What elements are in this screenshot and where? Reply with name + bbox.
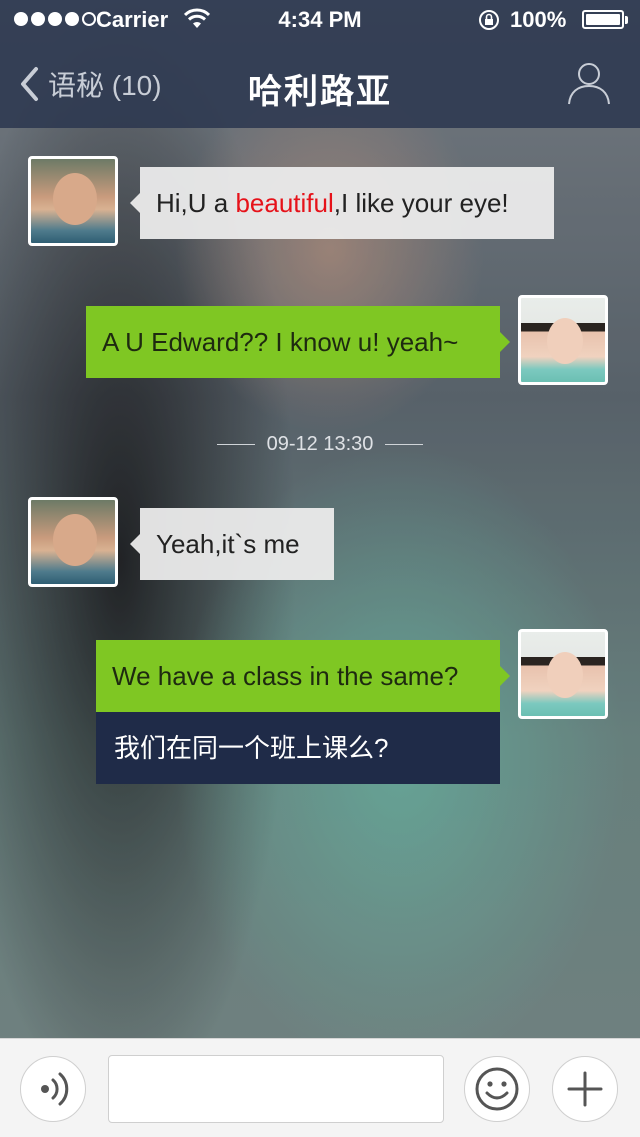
emoji-button[interactable] (464, 1056, 530, 1122)
navigation-bar: Carrier 4:34 PM 100% 语秘 (10) 哈利路亚 (0, 0, 640, 128)
page-title: 哈利路亚 (248, 73, 392, 111)
translation-text: 我们在同一个班上课么? (114, 733, 389, 763)
message-bubble-sent[interactable]: A U Edward?? I know u! yeah~ (86, 306, 510, 378)
divider-line (385, 444, 424, 446)
message-input[interactable] (108, 1055, 444, 1123)
message-text: A U Edward?? I know u! yeah~ (102, 327, 459, 357)
rotation-lock-icon (479, 10, 499, 30)
emoji-icon (475, 1067, 519, 1111)
timestamp-text: 09-12 13:30 (266, 433, 374, 455)
plus-icon (567, 1071, 603, 1107)
message-text: Yeah,it`s me (156, 529, 300, 559)
message-text: ,I like your eye! (333, 188, 509, 218)
battery-percentage: 100% (510, 7, 567, 32)
avatar-edward[interactable] (28, 497, 118, 587)
avatar-self[interactable] (518, 295, 608, 385)
message-bubble-received[interactable]: Yeah,it`s me (130, 508, 334, 580)
message-text: We have a class in the same? (112, 661, 459, 691)
highlighted-word: beautiful (235, 188, 334, 218)
battery-icon (582, 10, 628, 29)
add-button[interactable] (552, 1056, 618, 1122)
input-bar (0, 1038, 640, 1137)
avatar-self[interactable] (518, 629, 608, 719)
voice-icon (41, 1072, 69, 1106)
avatar-edward[interactable] (28, 156, 118, 246)
translation-box: 我们在同一个班上课么? (96, 712, 500, 784)
timestamp-divider: 09-12 13:30 (0, 433, 640, 456)
divider-line (216, 444, 255, 446)
message-bubble-received[interactable]: Hi,U a beautiful,I like your eye! (130, 167, 554, 239)
status-bar: Carrier 4:34 PM 100% (0, 0, 640, 40)
message-text: Hi,U a (156, 188, 236, 218)
voice-button[interactable] (20, 1056, 86, 1122)
message-bubble-sent[interactable]: We have a class in the same? (96, 640, 510, 712)
profile-icon[interactable] (566, 60, 612, 106)
